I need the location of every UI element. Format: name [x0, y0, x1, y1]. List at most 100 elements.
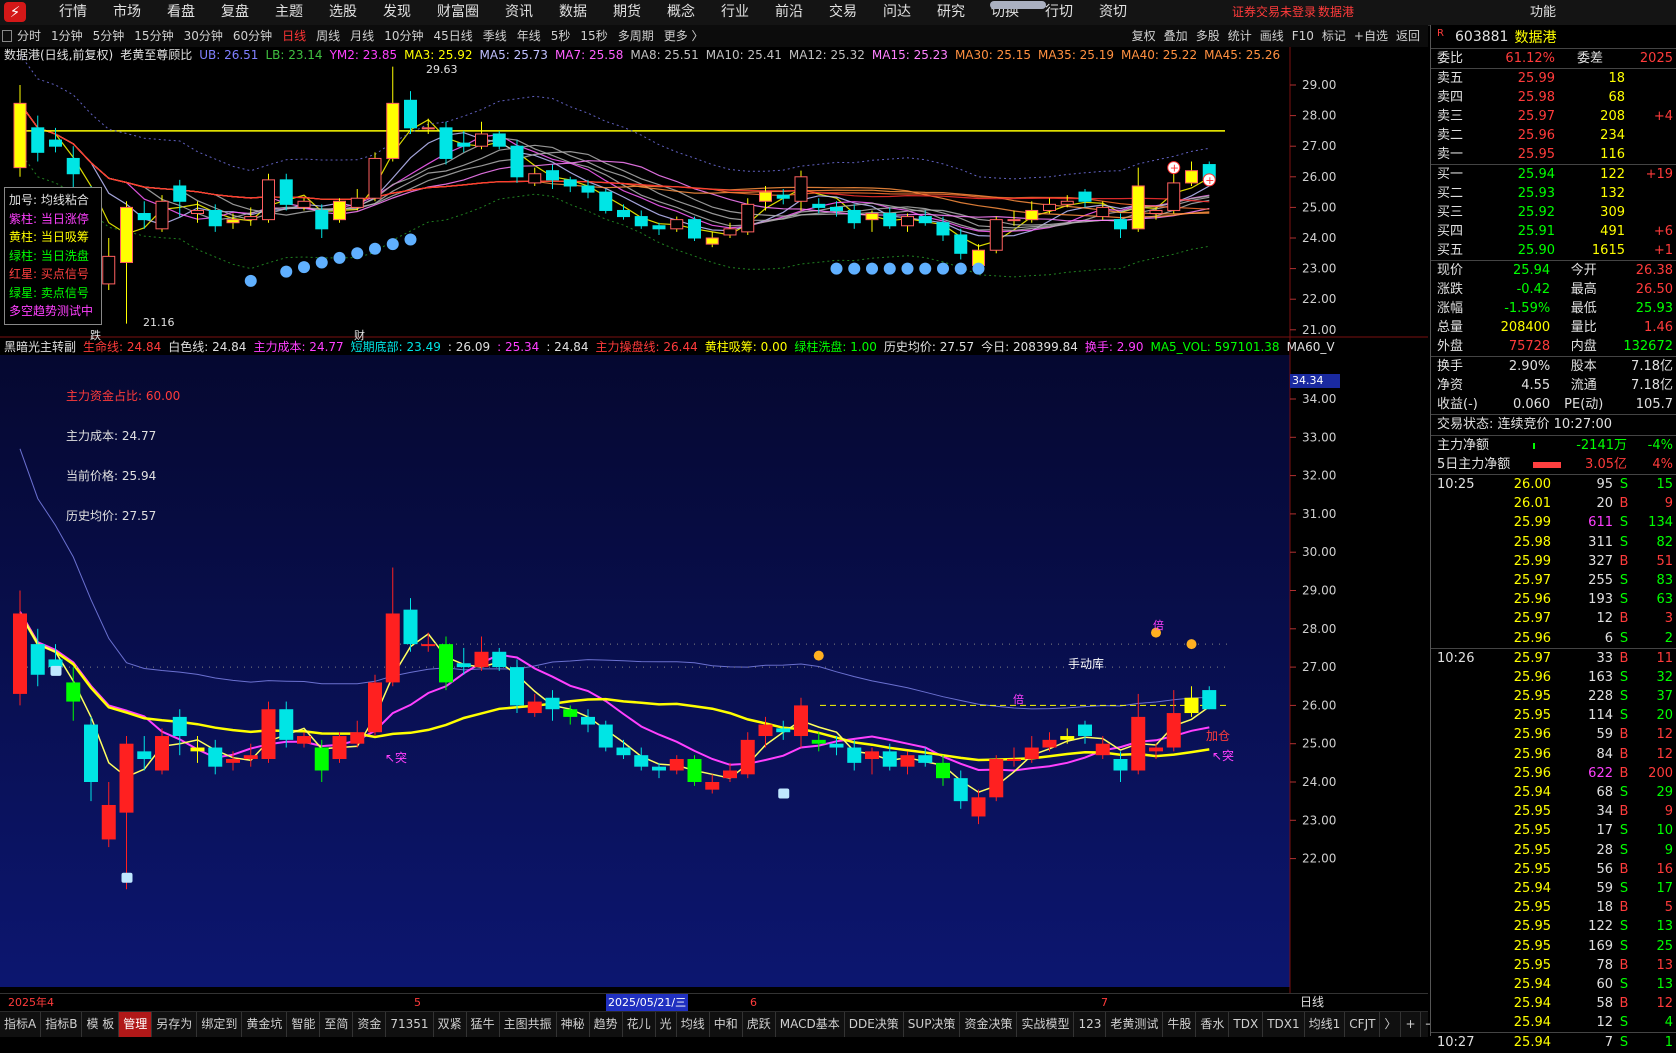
menu-stock-name[interactable]: 数据港 — [1318, 0, 1354, 25]
indicator-tab-31[interactable]: TDX1 — [1263, 1012, 1305, 1037]
menu-item-3[interactable]: 复盘 — [208, 0, 262, 25]
menu-item-8[interactable]: 资讯 — [492, 0, 546, 25]
menu-item-11[interactable]: 概念 — [654, 0, 708, 25]
tool-button-5[interactable]: F10 — [1288, 25, 1318, 47]
indicator-tab-8[interactable]: 至简 — [320, 1012, 354, 1037]
tick-list[interactable]: 10:25 26.00 95 S 15 26.01 20 B 9 25.99 611 S 134 25.9… — [1431, 474, 1676, 1053]
indicator-tab-24[interactable]: 资金决策 — [960, 1012, 1018, 1037]
indicator-tab-14[interactable]: 神秘 — [557, 1012, 590, 1037]
kline-chart[interactable]: + + 29.00 28.00 27.00 26.00 25.00 24.00 23.00 22… — [0, 47, 1428, 993]
period-tab-16[interactable]: 更多 〉 — [659, 25, 709, 47]
period-tab-9[interactable]: 10分钟 — [379, 25, 428, 47]
indicator-tab-12[interactable]: 猛牛 — [467, 1012, 500, 1037]
indicator-tab-7[interactable]: 智能 — [287, 1012, 321, 1037]
indicator-tab-23[interactable]: SUP决策 — [904, 1012, 961, 1037]
tool-button-4[interactable]: 画线 — [1256, 25, 1288, 47]
tool-button-3[interactable]: 统计 — [1224, 25, 1256, 47]
indicator-tab-33[interactable]: CFJT — [1345, 1012, 1381, 1037]
period-tab-6[interactable]: 日线 — [277, 25, 311, 47]
indicator-tab-22[interactable]: DDE决策 — [845, 1012, 904, 1037]
menu-item-14[interactable]: 交易 — [816, 0, 870, 25]
menu-item-13[interactable]: 前沿 — [762, 0, 816, 25]
indicator-tab-25[interactable]: 实战模型 — [1017, 1012, 1075, 1037]
tool-button-8[interactable]: 返回 — [1392, 25, 1424, 47]
menu-item-10[interactable]: 期货 — [600, 0, 654, 25]
period-tab-0[interactable]: 分时 — [12, 25, 46, 47]
indicator-tab-11[interactable]: 双紧 — [434, 1012, 467, 1037]
indicator-tab-29[interactable]: 香水 — [1196, 1012, 1230, 1037]
period-tab-5[interactable]: 60分钟 — [228, 25, 277, 47]
menu-item-5[interactable]: 选股 — [316, 0, 370, 25]
period-tab-13[interactable]: 5秒 — [546, 25, 576, 47]
period-tab-11[interactable]: 季线 — [478, 25, 512, 47]
period-tab-12[interactable]: 年线 — [512, 25, 546, 47]
login-warning[interactable]: 证券交易未登录 — [1232, 0, 1316, 25]
indicator-tab-16[interactable]: 花儿 — [623, 1012, 656, 1037]
period-tab-14[interactable]: 15秒 — [575, 25, 612, 47]
sub-legend-name[interactable]: 黑暗光主转副 — [4, 339, 76, 355]
indicator-tab-0[interactable]: 指标A — [0, 1012, 42, 1037]
sell-row-0[interactable]: 卖五 25.99 18 — [1431, 69, 1676, 88]
menu-item-15[interactable]: 问达 — [870, 0, 924, 25]
period-indicator[interactable]: 日线 — [1300, 994, 1324, 1011]
indicator-tab-6[interactable]: 黄金坑 — [242, 1012, 288, 1037]
buy-row-0[interactable]: 买一 25.94 122 +19 — [1431, 165, 1676, 184]
indicator-tab-19[interactable]: 中和 — [710, 1012, 743, 1037]
indicator-tab-17[interactable]: 光 — [656, 1012, 677, 1037]
menu-item-6[interactable]: 发现 — [370, 0, 424, 25]
buy-row-4[interactable]: 买五 25.90 1615 +1 — [1431, 241, 1676, 260]
indicator-tab-27[interactable]: 老黄测试 — [1106, 1012, 1164, 1037]
function-menu[interactable]: 功能 — [1530, 0, 1556, 25]
menu-item-16[interactable]: 研究 — [924, 0, 978, 25]
indicator-tab-34[interactable]: 〉 — [1380, 1012, 1402, 1037]
sell-row-2[interactable]: 卖三 25.97 208 +4 — [1431, 107, 1676, 126]
period-tab-3[interactable]: 15分钟 — [129, 25, 178, 47]
indicator-tab-5[interactable]: 绑定到 — [197, 1012, 243, 1037]
buy-row-3[interactable]: 买四 25.91 491 +6 — [1431, 222, 1676, 241]
menu-item-1[interactable]: 市场 — [100, 0, 154, 25]
app-logo-icon[interactable]: ⚡ — [4, 2, 26, 22]
sell-row-1[interactable]: 卖四 25.98 68 — [1431, 88, 1676, 107]
sell-row-4[interactable]: 卖一 25.95 116 — [1431, 145, 1676, 164]
indicator-tab-20[interactable]: 虎跃 — [743, 1012, 776, 1037]
indicator-tab-10[interactable]: 71351 — [386, 1012, 434, 1037]
menu-item-2[interactable]: 看盘 — [154, 0, 208, 25]
menu-item-12[interactable]: 行业 — [708, 0, 762, 25]
indicator-tab-13[interactable]: 主图共振 — [500, 1012, 557, 1037]
indicator-tab-3[interactable]: 管理 — [119, 1012, 153, 1037]
menu-item-0[interactable]: 行情 — [46, 0, 100, 25]
indicator-tab-2[interactable]: 模 板 — [82, 1012, 120, 1037]
period-tab-1[interactable]: 1分钟 — [46, 25, 88, 47]
period-tab-10[interactable]: 45日线 — [428, 25, 477, 47]
tool-button-1[interactable]: 叠加 — [1160, 25, 1192, 47]
tool-button-0[interactable]: 复权 — [1128, 25, 1160, 47]
menu-item-7[interactable]: 财富圈 — [424, 0, 492, 25]
indicator-tab-21[interactable]: MACD基本 — [776, 1012, 845, 1037]
indicator-tab-28[interactable]: 牛股 — [1163, 1012, 1197, 1037]
tool-button-2[interactable]: 多股 — [1192, 25, 1224, 47]
indicator-tab-4[interactable]: 另存为 — [152, 1012, 198, 1037]
indicator-tab-18[interactable]: 均线 — [677, 1012, 710, 1037]
tool-button-7[interactable]: +自选 — [1350, 25, 1392, 47]
indicator-tab-30[interactable]: TDX — [1229, 1012, 1264, 1037]
panel-toggle-icon[interactable] — [2, 30, 12, 42]
indicator-tab-26[interactable]: 123 — [1074, 1012, 1107, 1037]
period-tab-15[interactable]: 多周期 — [613, 25, 659, 47]
indicator-tab-32[interactable]: 均线1 — [1305, 1012, 1346, 1037]
period-tab-8[interactable]: 月线 — [345, 25, 379, 47]
menu-item-19[interactable]: 资切 — [1086, 0, 1140, 25]
indicator-tab-15[interactable]: 趋势 — [590, 1012, 623, 1037]
menu-item-4[interactable]: 主题 — [262, 0, 316, 25]
indicator-tab-9[interactable]: 资金 — [353, 1012, 387, 1037]
buy-row-2[interactable]: 买三 25.92 309 — [1431, 203, 1676, 222]
tool-button-6[interactable]: 标记 — [1318, 25, 1350, 47]
indicator-tab-1[interactable]: 指标B — [41, 1012, 83, 1037]
main-legend-indicator[interactable]: 老黄至尊顾比 — [120, 47, 192, 63]
period-tab-2[interactable]: 5分钟 — [88, 25, 130, 47]
indicator-tab-35[interactable]: + — [1401, 1012, 1421, 1037]
period-tab-4[interactable]: 30分钟 — [179, 25, 228, 47]
buy-row-1[interactable]: 买二 25.93 132 — [1431, 184, 1676, 203]
sell-row-3[interactable]: 卖二 25.96 234 — [1431, 126, 1676, 145]
period-tab-7[interactable]: 周线 — [311, 25, 345, 47]
menu-item-9[interactable]: 数据 — [546, 0, 600, 25]
